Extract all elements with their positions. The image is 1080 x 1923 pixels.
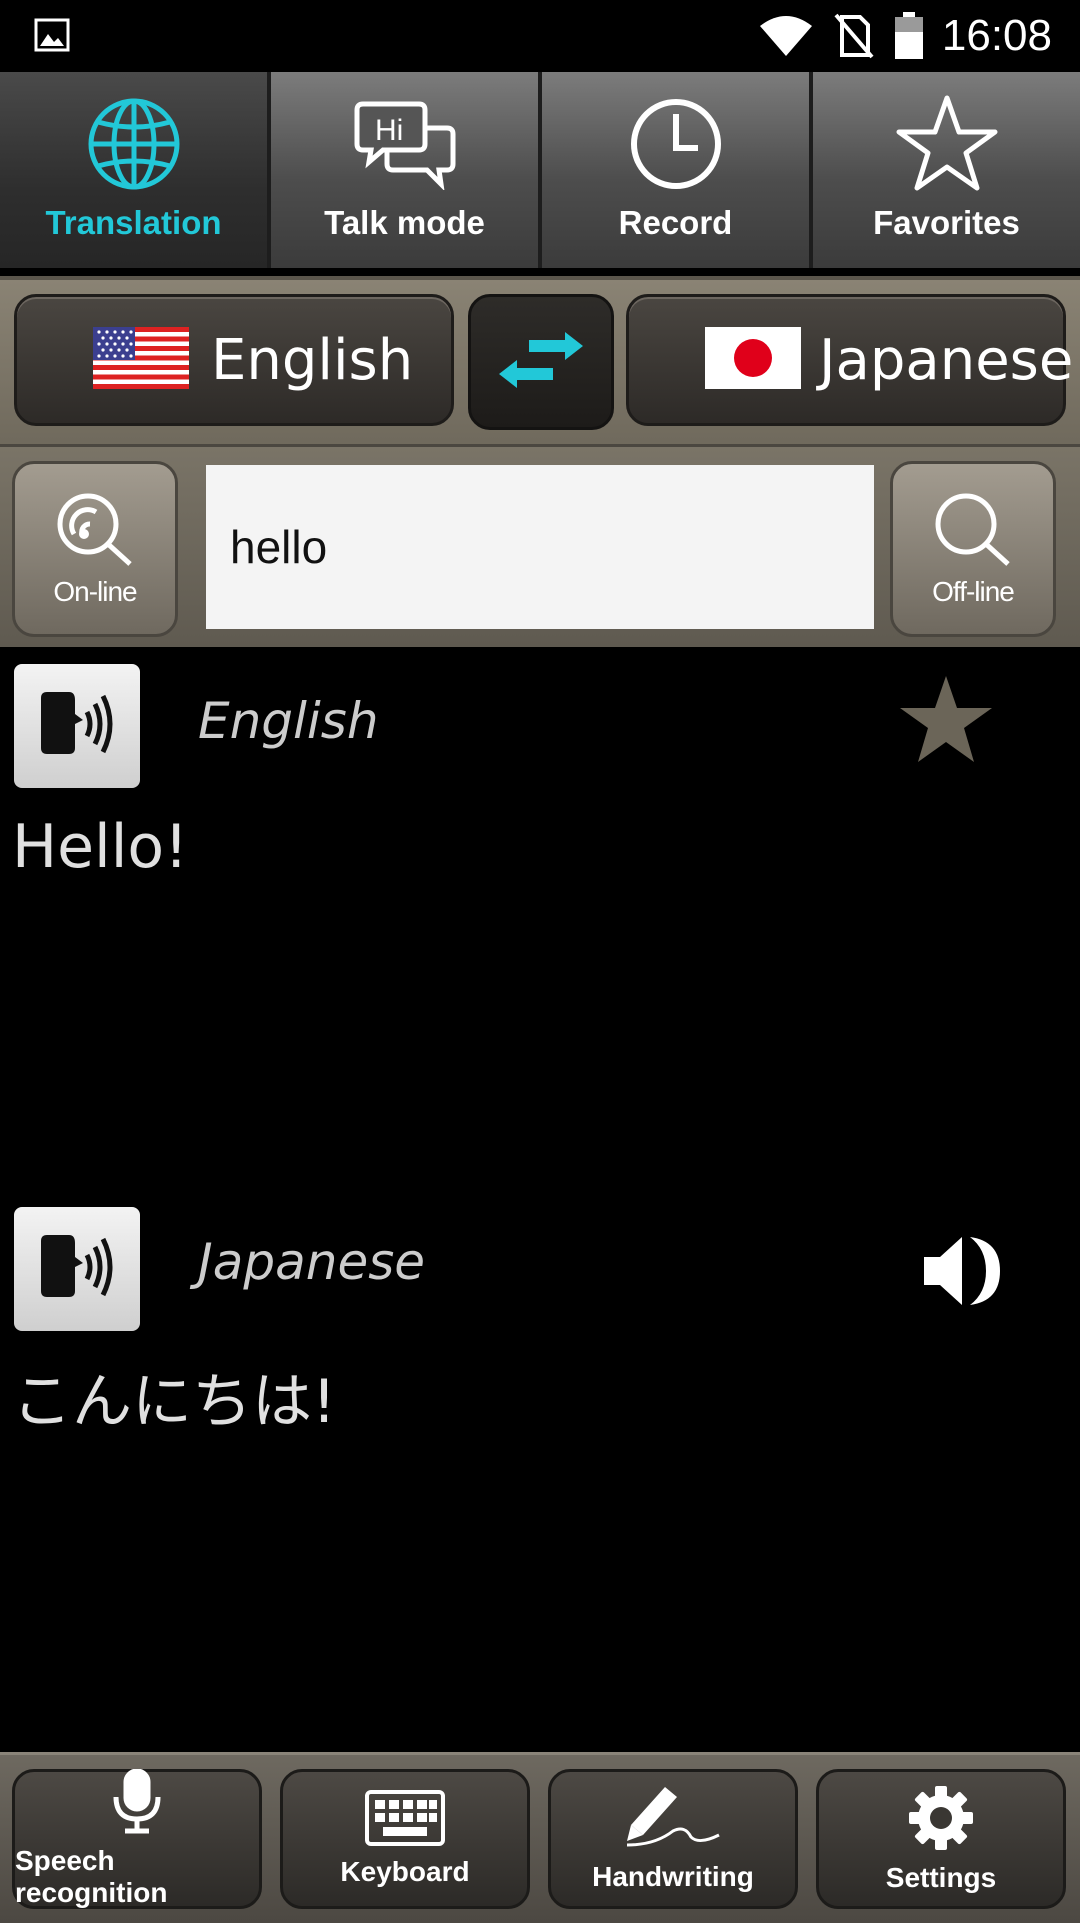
tab-translation[interactable]: Translation <box>0 72 271 268</box>
speech-recognition-label: Speech recognition <box>15 1845 168 1908</box>
swap-languages-button[interactable] <box>468 294 614 430</box>
keyboard-label: Keyboard <box>340 1856 470 1887</box>
tab-favorites[interactable]: Favorites <box>813 72 1080 268</box>
settings-button[interactable]: Settings <box>816 1769 1066 1909</box>
globe-icon <box>86 94 182 194</box>
result-text: こんにちは! <box>12 1367 337 1437</box>
speaking-head-icon <box>35 1235 119 1303</box>
online-label: On-line <box>53 576 137 607</box>
favorite-star-button[interactable] <box>898 674 994 770</box>
result-text: Hello! <box>12 812 189 882</box>
swap-arrows-icon <box>499 332 583 392</box>
us-flag-icon <box>93 327 189 393</box>
volume-icon <box>920 1237 1004 1313</box>
clock-icon <box>628 94 724 194</box>
handwriting-button[interactable]: Handwriting <box>548 1769 798 1909</box>
source-language-button[interactable]: English <box>14 294 454 426</box>
bottom-toolbar: Speech recognition Keyboard Handwriting <box>0 1752 1080 1923</box>
result-language-label: English <box>198 692 379 750</box>
online-search-icon <box>54 490 136 572</box>
target-language-label: Japanese <box>819 327 1074 393</box>
status-bar: 16:08 <box>0 0 1080 72</box>
pen-icon <box>625 1785 721 1855</box>
language-bar: English Japanese <box>0 276 1080 448</box>
result-target: Japanese こんにちは! <box>0 1207 1080 1507</box>
tab-label: Favorites <box>873 204 1020 241</box>
image-icon <box>34 18 70 56</box>
japan-flag-icon <box>705 327 801 393</box>
no-sim-icon <box>834 13 874 59</box>
search-icon <box>932 490 1014 572</box>
star-filled-icon <box>898 676 994 770</box>
speak-button[interactable] <box>14 664 140 788</box>
speaking-head-icon <box>35 692 119 760</box>
wifi-icon <box>758 14 814 58</box>
keyboard-button[interactable]: Keyboard <box>280 1769 530 1909</box>
gear-icon <box>907 1784 975 1856</box>
result-source: English Hello! <box>0 664 1080 964</box>
chat-bubbles-icon: Hi <box>353 94 457 194</box>
tab-talk-mode[interactable]: Hi Talk mode <box>271 72 542 268</box>
settings-label: Settings <box>885 1862 997 1893</box>
clock: 16:08 <box>941 11 1052 60</box>
online-search-button[interactable]: On-line <box>12 461 178 637</box>
svg-text:Hi: Hi <box>375 114 403 147</box>
speak-button[interactable] <box>14 1207 140 1331</box>
result-language-label: Japanese <box>198 1233 426 1291</box>
offline-search-button[interactable]: Off-line <box>890 461 1056 637</box>
search-input[interactable]: hello <box>206 465 874 629</box>
tab-label: Record <box>618 204 733 241</box>
source-language-label: English <box>211 327 414 393</box>
target-language-button[interactable]: Japanese <box>626 294 1073 426</box>
tab-label: Translation <box>45 204 222 241</box>
keyboard-icon <box>365 1790 445 1850</box>
top-tab-bar: Translation Hi Talk mode Record Favorite… <box>0 72 1080 268</box>
play-audio-button[interactable] <box>920 1233 1004 1313</box>
search-row: On-line hello Off-line <box>0 444 1080 647</box>
offline-label: Off-line <box>932 576 1015 607</box>
star-outline-icon <box>895 94 999 194</box>
microphone-icon <box>111 1768 163 1839</box>
handwriting-label: Handwriting <box>592 1861 754 1892</box>
battery-icon <box>894 12 924 60</box>
tab-record[interactable]: Record <box>542 72 813 268</box>
tab-label: Talk mode <box>324 204 485 241</box>
speech-recognition-button[interactable]: Speech recognition <box>12 1768 262 1909</box>
